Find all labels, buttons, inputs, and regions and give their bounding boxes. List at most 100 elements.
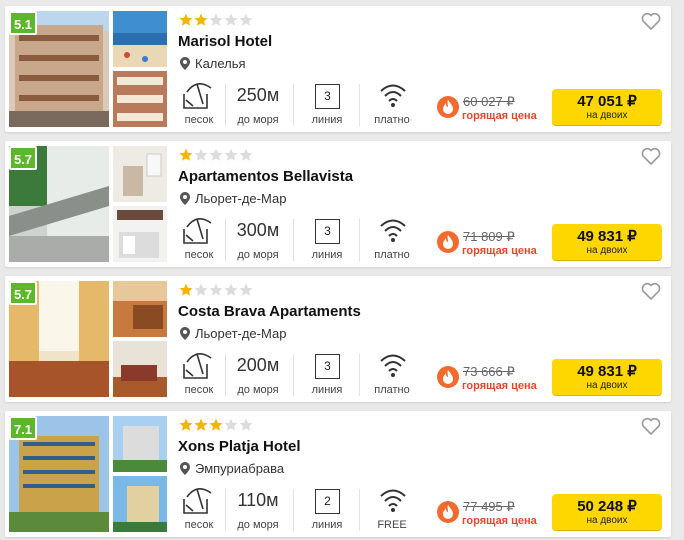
location-label: Льорет-де-Мар [195,191,287,206]
beach-umbrella-icon [183,353,212,379]
star-icon [209,283,223,296]
location-pin-icon [180,192,190,205]
hotel-photo-2[interactable] [113,281,167,337]
beach-feature: песок [177,215,221,263]
star-rating [179,148,253,162]
divider [359,84,360,126]
hotel-card[interactable]: 7.1 Xons Platja Hotel Эмпуриабрава песок… [5,411,671,537]
distance-caption: до моря [237,384,279,396]
price-button[interactable]: 49 831 ₽ на двоих [552,224,662,260]
star-rating [179,283,253,297]
rating-badge: 5.7 [9,281,37,305]
line-number: 3 [315,354,340,379]
location-pin-icon [180,57,190,70]
divider [293,219,294,261]
hotel-photo-2[interactable] [113,146,167,202]
location-label: Эмпуриабрава [195,461,285,476]
distance-feature: 200м до моря [229,350,287,398]
star-rating [179,418,253,432]
star-icon [209,418,223,431]
distance-value: 200м [236,355,280,375]
star-icon [179,148,193,161]
hotel-name[interactable]: Costa Brava Apartaments [178,303,361,320]
star-icon [239,283,253,296]
distance-value: 110м [237,490,279,510]
hotel-card[interactable]: 5.7 Costa Brava Apartaments Льорет-де-Ма… [5,276,671,402]
hotel-photo-2[interactable] [113,416,167,472]
star-icon [224,418,238,431]
star-icon [239,148,253,161]
wifi-icon [380,219,406,242]
beach-caption: песок [184,114,214,126]
wifi-icon [380,84,406,107]
wifi-feature: платно [367,80,417,128]
wifi-caption: платно [374,114,410,126]
price-button[interactable]: 47 051 ₽ на двоих [552,89,662,125]
location-pin-icon [180,327,190,340]
fire-icon [437,96,459,118]
distance-caption: до моря [237,114,279,126]
old-price: 71 809 ₽ [463,229,515,244]
star-icon [194,418,208,431]
divider [293,84,294,126]
heart-icon[interactable] [641,12,661,30]
star-rating [179,13,253,27]
hotel-name[interactable]: Xons Platja Hotel [178,438,301,455]
wifi-feature: платно [367,350,417,398]
hotel-card[interactable]: 5.1 Marisol Hotel Калелья песок 250м до … [5,6,671,132]
hotel-photo-3[interactable] [113,71,167,127]
hotel-photo-3[interactable] [113,476,167,532]
star-icon [224,148,238,161]
hotel-location: Льорет-де-Мар [180,191,286,206]
line-caption: линия [311,519,343,531]
hotel-photo-2[interactable] [113,11,167,67]
wifi-icon [380,354,406,377]
price-sub: на двоих [586,245,628,256]
beach-feature: песок [177,485,221,533]
divider [293,489,294,531]
wifi-caption: FREE [377,519,407,531]
hotel-location: Льорет-де-Мар [180,326,286,341]
heart-icon[interactable] [641,282,661,300]
fire-icon [437,501,459,523]
hotel-location: Калелья [180,56,246,71]
hotel-name[interactable]: Apartamentos Bellavista [178,168,353,185]
hotel-photo-3[interactable] [113,206,167,262]
rating-badge: 7.1 [9,416,37,440]
wifi-feature: платно [367,215,417,263]
price-sub: на двоих [586,380,628,391]
star-icon [239,418,253,431]
price-sub: на двоих [586,110,628,121]
heart-icon[interactable] [641,147,661,165]
wifi-caption: платно [374,249,410,261]
rating-badge: 5.1 [9,11,37,35]
hotel-name[interactable]: Marisol Hotel [178,33,272,50]
line-feature: 3 линия [305,350,349,398]
line-feature: 2 линия [305,485,349,533]
hotel-photo-3[interactable] [113,341,167,397]
hot-price-label: горящая цена [462,380,537,392]
distance-value: 300м [236,220,280,240]
line-feature: 3 линия [305,80,349,128]
beach-caption: песок [184,249,214,261]
old-price: 77 495 ₽ [463,499,515,514]
location-label: Калелья [195,56,246,71]
hot-price-label: горящая цена [462,515,537,527]
divider [225,84,226,126]
wifi-caption: платно [374,384,410,396]
star-icon [194,148,208,161]
star-icon [239,13,253,26]
hotel-card[interactable]: 5.7 Apartamentos Bellavista Льорет-де-Ма… [5,141,671,267]
location-label: Льорет-де-Мар [195,326,287,341]
price-button[interactable]: 50 248 ₽ на двоих [552,494,662,530]
line-number: 3 [315,219,340,244]
distance-caption: до моря [237,519,279,531]
divider [293,354,294,396]
heart-icon[interactable] [641,417,661,435]
line-caption: линия [311,384,343,396]
wifi-feature: FREE [367,485,417,533]
star-icon [224,13,238,26]
price-button[interactable]: 49 831 ₽ на двоих [552,359,662,395]
beach-umbrella-icon [183,218,212,244]
divider [359,489,360,531]
